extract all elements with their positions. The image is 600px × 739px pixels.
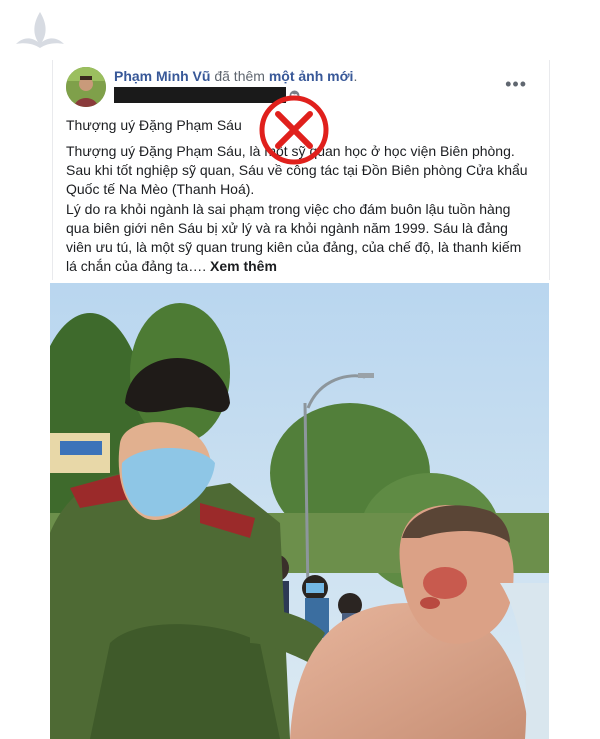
avatar[interactable] — [66, 67, 106, 107]
crane-logo-icon — [10, 8, 70, 60]
facebook-post-card: Phạm Minh Vũ đã thêm một ảnh mới. ••• Th… — [52, 60, 550, 280]
more-options-icon[interactable]: ••• — [505, 74, 527, 95]
post-paragraph-2-text: Lý do ra khỏi ngành là sai phạm trong vi… — [66, 201, 522, 274]
post-paragraph-2: Lý do ra khỏi ngành là sai phạm trong vi… — [66, 200, 536, 276]
photo-link[interactable]: một ảnh mới — [269, 68, 354, 84]
red-x-stamp-icon — [258, 94, 330, 166]
action-text: đã thêm — [214, 68, 265, 84]
action-suffix: . — [353, 68, 358, 84]
post-photo[interactable] — [50, 283, 549, 739]
author-name-link[interactable]: Phạm Minh Vũ — [114, 68, 210, 84]
post-header: Phạm Minh Vũ đã thêm một ảnh mới. — [114, 68, 357, 84]
see-more-link[interactable]: Xem thêm — [210, 258, 277, 274]
